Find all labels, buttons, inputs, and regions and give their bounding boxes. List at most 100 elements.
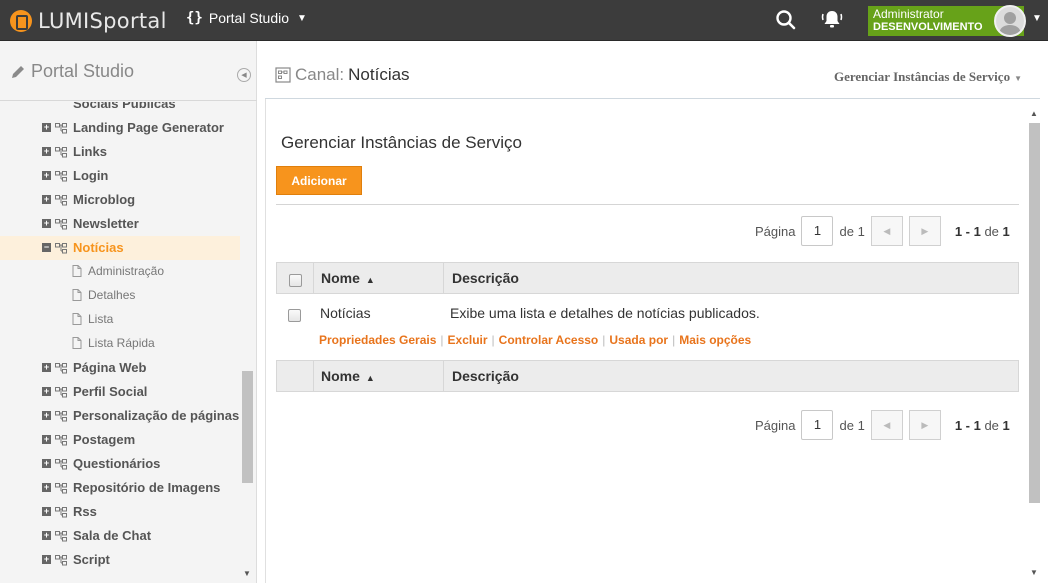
sidebar-item-questionarios[interactable]: + Questionários (0, 452, 240, 476)
scroll-down-arrow-icon[interactable]: ▼ (243, 569, 251, 578)
sidebar-item-login[interactable]: + Login (0, 164, 240, 188)
sidebar-item-lista-rapida[interactable]: Lista Rápida (0, 332, 240, 356)
divider (276, 204, 1019, 205)
main-area: Canal: Notícias Gerenciar Instâncias de … (257, 41, 1048, 583)
expand-icon[interactable]: + (42, 363, 51, 372)
main-scrollbar[interactable]: ▲ ▼ (1027, 107, 1041, 583)
sidebar-item-rss[interactable]: + Rss (0, 500, 240, 524)
sidebar-item-newsletter[interactable]: + Newsletter (0, 212, 240, 236)
sidebar-item-repositorio-de-imagens[interactable]: + Repositório de Imagens (0, 476, 240, 500)
user-menu[interactable]: Administrator DESENVOLVIMENTO (868, 5, 1026, 37)
expand-icon[interactable]: + (42, 531, 51, 540)
expand-icon[interactable]: + (42, 483, 51, 492)
expand-icon[interactable]: + (42, 195, 51, 204)
used-by-link[interactable]: Usada por (609, 333, 668, 347)
footer-cb-cell (277, 361, 314, 391)
page-icon (72, 265, 82, 277)
channel-icon (55, 554, 67, 566)
sidebar-scrollbar[interactable]: ▼ (240, 361, 254, 583)
sidebar-item-label: Lista (88, 312, 114, 326)
column-footer-description: Descrição (452, 368, 519, 384)
channel-icon (275, 67, 291, 83)
sidebar-item-script[interactable]: + Script (0, 548, 240, 572)
page-number-input[interactable]: 1 (801, 410, 834, 440)
search-icon[interactable] (774, 8, 798, 32)
braces-icon: {} (186, 10, 203, 26)
expand-icon[interactable]: + (42, 123, 51, 132)
delete-link[interactable]: Excluir (448, 333, 488, 347)
pager-top: Página 1 de 1 ◀ ▶ 1 - 1 de 1 (755, 216, 1015, 246)
page-title: Canal: Notícias (275, 65, 410, 85)
sidebar-item-label: Administração (88, 264, 165, 278)
sidebar-item-label: Notícias (73, 240, 124, 255)
scroll-down-arrow-icon[interactable]: ▼ (1030, 568, 1038, 577)
expand-icon[interactable]: + (42, 147, 51, 156)
avatar[interactable] (994, 5, 1026, 37)
sidebar-item-microblog[interactable]: + Microblog (0, 188, 240, 212)
lumis-logo-icon (10, 10, 32, 32)
sidebar-scrollbar-thumb[interactable] (242, 371, 253, 483)
notification-bell-icon[interactable] (820, 8, 844, 32)
sidebar-item-label: Newsletter (73, 216, 139, 231)
manage-service-instances-menu[interactable]: Gerenciar Instâncias de Serviço ▼ (834, 69, 1022, 85)
sidebar-item-landing-page-generator[interactable]: + Landing Page Generator (0, 116, 240, 140)
row-actions: Propriedades Gerais | Excluir | Controla… (319, 333, 752, 347)
expand-icon[interactable]: + (42, 507, 51, 516)
sidebar-item-lista[interactable]: Lista (0, 308, 240, 332)
row-checkbox[interactable] (288, 309, 301, 322)
collapse-icon[interactable]: − (42, 243, 51, 252)
next-page-button[interactable]: ▶ (908, 410, 941, 440)
portal-studio-menu[interactable]: {} Portal Studio ▼ (186, 10, 307, 26)
prev-page-button[interactable]: ◀ (870, 410, 903, 440)
lumis-logo[interactable]: LUMISportal (10, 7, 167, 35)
sidebar-item-noticias[interactable]: − Notícias (0, 236, 240, 260)
expand-icon[interactable]: + (42, 555, 51, 564)
more-options-link[interactable]: Mais opções (679, 333, 751, 347)
expand-icon[interactable]: + (42, 435, 51, 444)
collapse-sidebar-button[interactable]: ◀ (237, 68, 251, 82)
expand-icon[interactable]: + (42, 171, 51, 180)
top-bar: LUMISportal {} Portal Studio ▼ Administr… (0, 0, 1048, 41)
table-row: Notícias Exibe uma lista e detalhes de n… (276, 295, 1019, 355)
add-button[interactable]: Adicionar (276, 166, 362, 195)
sidebar-item-postagem[interactable]: + Postagem (0, 428, 240, 452)
scroll-up-arrow-icon[interactable]: ▲ (1030, 109, 1038, 118)
sidebar-item-sala-de-chat[interactable]: + Sala de Chat (0, 524, 240, 548)
access-control-link[interactable]: Controlar Acesso (499, 333, 599, 347)
sidebar-title: Portal Studio (10, 61, 134, 82)
channel-icon (55, 146, 67, 158)
sidebar-item-pagina-web[interactable]: + Página Web (0, 356, 240, 380)
manage-menu-label: Gerenciar Instâncias de Serviço (833, 69, 1011, 84)
sidebar-item-label: Questionários (73, 456, 161, 471)
sidebar-item-sociais-publicas[interactable]: Sociais Públicas (0, 102, 240, 116)
channel-icon (55, 242, 67, 254)
prev-page-button[interactable]: ◀ (870, 216, 903, 246)
column-header-name[interactable]: Nome ▲ (314, 263, 444, 293)
sidebar-item-label: Script (73, 552, 110, 567)
sidebar-item-personalizacao-de-paginas[interactable]: + Personalização de páginas (0, 404, 240, 428)
page-icon (72, 289, 82, 301)
canal-name: Notícias (348, 65, 410, 84)
row-name: Notícias (320, 305, 371, 321)
expand-icon[interactable]: + (42, 219, 51, 228)
select-all-checkbox[interactable] (289, 274, 302, 287)
sidebar-item-label: Personalização de páginas (73, 408, 240, 423)
expand-icon[interactable]: + (42, 387, 51, 396)
main-scrollbar-thumb[interactable] (1029, 123, 1040, 503)
next-page-button[interactable]: ▶ (908, 216, 941, 246)
select-all-cell (277, 263, 314, 293)
sidebar-item-label: Postagem (73, 432, 136, 447)
pager-range: 1 - 1 de 1 (954, 223, 1010, 239)
sidebar-item-perfil-social[interactable]: + Perfil Social (0, 380, 240, 404)
pager-of: de 1 (839, 223, 865, 239)
general-properties-link[interactable]: Propriedades Gerais (319, 333, 436, 347)
logo-text: LUMISportal (38, 9, 167, 33)
expand-icon[interactable]: + (42, 411, 51, 420)
user-caret-down-icon[interactable]: ▼ (1032, 13, 1042, 24)
sidebar-item-administracao[interactable]: Administração (0, 260, 240, 284)
sidebar-item-links[interactable]: + Links (0, 140, 240, 164)
expand-icon[interactable]: + (42, 459, 51, 468)
page-number-input[interactable]: 1 (801, 216, 834, 246)
sidebar-item-detalhes[interactable]: Detalhes (0, 284, 240, 308)
column-footer-name[interactable]: Nome ▲ (314, 361, 444, 391)
